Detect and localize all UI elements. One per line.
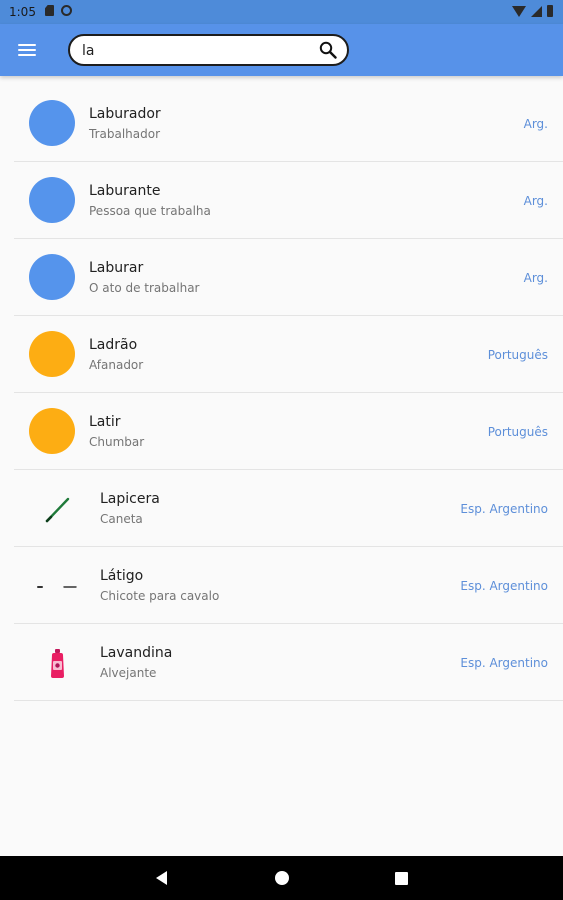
whip-thumbnail (37, 586, 77, 588)
avatar (29, 331, 75, 377)
status-time: 1:05 (9, 5, 36, 19)
back-icon[interactable] (156, 871, 167, 885)
menu-bar-line (18, 54, 36, 56)
signal-icon (531, 5, 542, 17)
navigation-bar (0, 856, 563, 900)
avatar (29, 100, 75, 146)
recents-icon[interactable] (395, 872, 408, 885)
item-subtitle: Chicote para cavalo (100, 589, 220, 603)
sync-icon (61, 5, 72, 16)
item-language: Arg. (523, 271, 548, 285)
status-bar: 1:05 (0, 0, 563, 24)
list-item[interactable]: Latir Chumbar Português (14, 393, 563, 470)
item-subtitle: Chumbar (89, 435, 145, 449)
item-title: Laburador (89, 106, 161, 122)
item-language: Português (487, 348, 548, 362)
item-language: Português (487, 425, 548, 439)
wifi-icon (512, 5, 526, 17)
item-title: Lavandina (100, 645, 173, 661)
item-title: Laburar (89, 260, 144, 276)
item-language: Arg. (523, 117, 548, 131)
list-item[interactable]: Laburar O ato de trabalhar Arg. (14, 239, 563, 316)
status-system-icons (512, 5, 553, 17)
item-title: Lapicera (100, 491, 160, 507)
list-item[interactable]: Laburador Trabalhador Arg. (14, 85, 563, 162)
item-subtitle: Afanador (89, 358, 144, 372)
avatar (29, 254, 75, 300)
list-item[interactable]: Ladrão Afanador Português (14, 316, 563, 393)
item-title: Laburante (89, 183, 161, 199)
pen-thumbnail (45, 497, 70, 523)
menu-bar-line (18, 49, 36, 51)
item-subtitle: Trabalhador (89, 127, 161, 141)
search-input[interactable] (82, 41, 312, 61)
list-item[interactable]: Laburante Pessoa que trabalha Arg. (14, 162, 563, 239)
menu-bar-line (18, 44, 36, 46)
sd-card-icon (45, 5, 54, 16)
item-subtitle: Alvejante (100, 666, 157, 680)
item-language: Esp. Argentino (460, 656, 548, 670)
search-box (68, 34, 349, 66)
bleach-bottle-thumbnail (51, 649, 64, 678)
app-bar (0, 24, 563, 76)
word-list: Laburador Trabalhador Arg. Laburante Pes… (14, 85, 563, 701)
item-subtitle: Caneta (100, 512, 143, 526)
menu-icon[interactable] (13, 37, 41, 63)
search-icon[interactable] (319, 41, 337, 59)
item-title: Latir (89, 414, 121, 430)
item-title: Látigo (100, 568, 144, 584)
list-item[interactable]: Lapicera Caneta Esp. Argentino (14, 470, 563, 547)
list-item[interactable]: Lavandina Alvejante Esp. Argentino (14, 624, 563, 701)
avatar (29, 177, 75, 223)
item-title: Ladrão (89, 337, 138, 353)
item-subtitle: O ato de trabalhar (89, 281, 200, 295)
item-language: Esp. Argentino (460, 502, 548, 516)
item-subtitle: Pessoa que trabalha (89, 204, 211, 218)
home-icon[interactable] (275, 871, 289, 885)
status-notification-icons (45, 5, 72, 16)
battery-icon (547, 5, 553, 17)
avatar (29, 408, 75, 454)
item-language: Arg. (523, 194, 548, 208)
list-item[interactable]: Látigo Chicote para cavalo Esp. Argentin… (14, 547, 563, 624)
item-language: Esp. Argentino (460, 579, 548, 593)
